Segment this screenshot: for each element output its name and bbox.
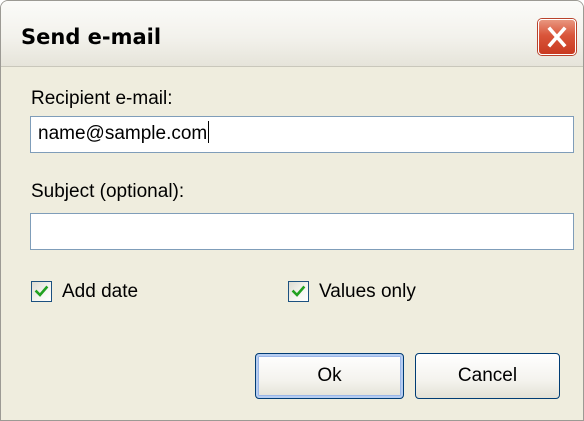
ok-button[interactable]: Ok (255, 353, 404, 399)
title-bar[interactable]: Send e-mail (1, 1, 583, 67)
dialog-title: Send e-mail (21, 25, 162, 49)
values-only-label[interactable]: Values only (319, 281, 416, 303)
checkmark-icon (34, 285, 49, 297)
subject-input[interactable] (30, 213, 574, 250)
checkmark-icon (291, 285, 306, 297)
text-caret (208, 121, 210, 143)
add-date-label[interactable]: Add date (62, 281, 138, 303)
subject-label: Subject (optional): (31, 181, 185, 202)
add-date-checkbox[interactable] (31, 281, 52, 302)
values-only-checkbox[interactable] (288, 281, 309, 302)
close-icon (547, 26, 567, 48)
cancel-button[interactable]: Cancel (415, 353, 560, 399)
recipient-email-input[interactable]: name@sample.com (30, 116, 574, 153)
close-button[interactable] (538, 19, 576, 55)
recipient-email-value: name@sample.com (38, 123, 208, 144)
send-email-dialog: Send e-mail Recipient e-mail: name@sampl… (0, 0, 584, 421)
recipient-email-label: Recipient e-mail: (31, 88, 173, 109)
